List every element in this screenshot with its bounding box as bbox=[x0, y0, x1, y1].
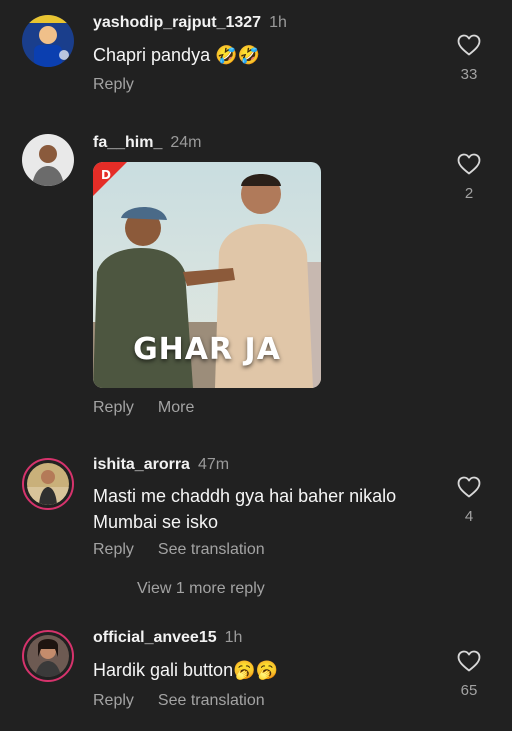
comment-actions: Reply More bbox=[93, 399, 218, 417]
comment-meta: yashodip_rajput_1327 1h bbox=[93, 13, 287, 33]
avatar[interactable] bbox=[22, 134, 74, 186]
like-control: 65 bbox=[452, 650, 486, 699]
reply-button[interactable]: Reply bbox=[93, 541, 134, 558]
comment-actions: Reply See translation bbox=[93, 692, 289, 710]
timestamp: 1h bbox=[224, 629, 243, 646]
comment-text: Chapri pandya 🤣🤣 bbox=[93, 45, 260, 65]
like-count: 2 bbox=[464, 185, 474, 202]
comment-actions: Reply See translation bbox=[93, 541, 289, 559]
comment-actions: Reply bbox=[93, 76, 158, 94]
user-avatar-icon bbox=[27, 463, 69, 505]
more-button[interactable]: More bbox=[158, 399, 194, 416]
timestamp: 1h bbox=[269, 14, 287, 31]
gif-attachment[interactable]: D GHAR JA bbox=[93, 162, 321, 388]
comment-text: Masti me chaddh gya hai baher nikalo Mum… bbox=[93, 486, 397, 532]
like-control: 4 bbox=[452, 476, 486, 525]
username[interactable]: ishita_arorra bbox=[93, 456, 190, 473]
like-control: 2 bbox=[452, 153, 486, 202]
username[interactable]: fa__him_ bbox=[93, 134, 162, 151]
like-control: 33 bbox=[452, 34, 486, 83]
username[interactable]: yashodip_rajput_1327 bbox=[93, 14, 261, 31]
like-count: 33 bbox=[460, 66, 478, 83]
timestamp: 24m bbox=[170, 134, 202, 151]
avatar[interactable] bbox=[22, 458, 74, 510]
heart-icon[interactable] bbox=[457, 34, 481, 56]
see-translation-button[interactable]: See translation bbox=[158, 541, 265, 558]
user-avatar-icon bbox=[22, 134, 74, 186]
heart-icon[interactable] bbox=[457, 476, 481, 498]
view-more-replies-button[interactable]: View 1 more reply bbox=[137, 580, 265, 598]
avatar[interactable] bbox=[22, 15, 74, 67]
gif-caption: GHAR JA bbox=[133, 332, 281, 367]
comment-meta: ishita_arorra 47m bbox=[93, 455, 229, 475]
user-avatar-icon bbox=[22, 15, 74, 67]
username[interactable]: official_anvee15 bbox=[93, 629, 217, 646]
reply-button[interactable]: Reply bbox=[93, 399, 134, 416]
comments-screen: yashodip_rajput_1327 1h Chapri pandya 🤣🤣 … bbox=[0, 0, 512, 731]
heart-icon[interactable] bbox=[457, 650, 481, 672]
comment-meta: official_anvee15 1h bbox=[93, 628, 242, 648]
avatar[interactable] bbox=[22, 630, 74, 682]
timestamp: 47m bbox=[197, 456, 230, 473]
user-avatar-icon bbox=[27, 635, 69, 677]
heart-icon[interactable] bbox=[457, 153, 481, 175]
comment-text: Hardik gali button🥱🥱 bbox=[93, 660, 278, 680]
like-count: 4 bbox=[464, 508, 474, 525]
svg-text:D: D bbox=[101, 168, 111, 182]
comment-meta: fa__him_ 24m bbox=[93, 133, 202, 153]
see-translation-button[interactable]: See translation bbox=[158, 692, 265, 709]
reply-button[interactable]: Reply bbox=[93, 76, 134, 93]
like-count: 65 bbox=[460, 682, 478, 699]
reply-button[interactable]: Reply bbox=[93, 692, 134, 709]
